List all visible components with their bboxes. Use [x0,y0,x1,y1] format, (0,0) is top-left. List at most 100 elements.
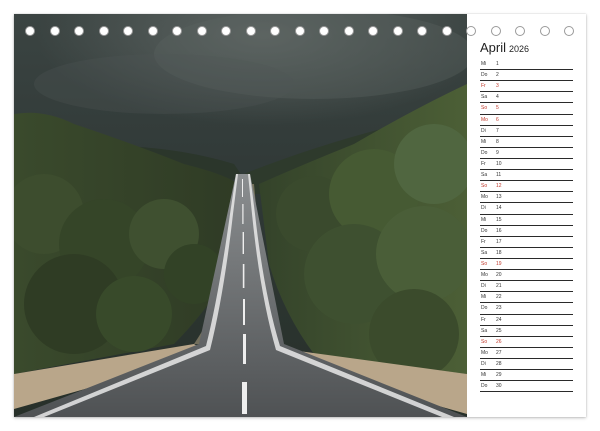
day-row: Fr 3 [480,81,573,93]
weekday-label: Do [481,305,488,312]
binding-hole [49,26,60,36]
day-row: Do 9 [480,148,573,159]
day-row: Mo 6 [480,115,573,126]
day-number: 3 [496,83,499,90]
month-title: April 2026 [480,40,529,55]
day-number: 1 [496,61,499,67]
day-number: 26 [496,338,502,345]
weekday-label: Mi [481,294,487,301]
weekday-label: Fr [481,83,486,90]
weekday-label: So [481,260,488,267]
day-row: So 26 [480,337,573,348]
weekday-label: Do [481,72,488,79]
day-number: 5 [496,105,499,112]
day-number: 17 [496,238,502,245]
day-number: 25 [496,327,502,334]
binding-hole [221,26,231,36]
day-number: 30 [496,383,502,390]
weekday-label: Fr [481,160,486,167]
day-row: Mi 1 [480,59,573,71]
weekday-label: Do [481,227,488,234]
weekday-label: Fr [481,238,486,245]
day-number: 20 [496,272,502,279]
weekday-label: Di [481,283,486,290]
month-year: 2026 [509,44,530,54]
weekday-label: Mo [481,116,488,123]
binding-hole [368,26,378,36]
binding-holes [0,8,600,36]
weekday-label: So [481,338,488,345]
day-number: 24 [496,316,502,323]
weekday-label: So [481,105,488,112]
day-number: 12 [496,183,502,190]
weekday-label: Di [481,205,486,212]
day-number: 4 [496,94,499,101]
weekday-label: Fr [481,316,486,323]
weekday-label: Do [481,149,488,156]
day-row: Mi 29 [480,370,573,382]
day-row: Mi 15 [480,215,573,226]
day-number: 8 [496,138,499,145]
day-row: Di 7 [480,126,573,137]
month-name: April [480,40,507,55]
weekday-label: Sa [481,94,488,101]
weekday-label: Mi [481,216,487,223]
day-list: Mi 1 Do 2 Fr 3 Sa 4 So 5 Mo 6 Di 7 Mi 8 Do 9 Fr 10 Sa 11 So 12 M… [480,59,573,393]
weekday-label: So [481,183,488,190]
binding-hole [74,26,84,36]
day-row: So 5 [480,103,573,115]
day-row: Fr 24 [480,315,573,326]
day-row: Mo 20 [480,270,573,282]
day-row: Do 2 [480,70,573,82]
day-row: Sa 11 [480,170,573,182]
day-number: 11 [496,172,502,179]
binding-hole [294,26,305,36]
binding-hole [98,26,109,36]
day-row: Do 30 [480,381,573,393]
day-row: Sa 18 [480,248,573,259]
binding-hole [25,26,35,36]
day-number: 6 [496,116,499,123]
binding-hole [319,26,329,36]
binding-hole [123,26,133,36]
binding-hole [441,26,452,36]
calendar-page: April 2026 Mi 1 Do 2 Fr 3 Sa 4 So 5 Mo 6 Di 7 Mi 8 Do 9 Fr 1… [14,14,586,417]
binding-hole [343,26,354,36]
day-number: 14 [496,205,502,212]
weekday-label: Sa [481,172,488,179]
binding-hole [417,26,427,36]
day-number: 18 [496,249,502,256]
binding-hole [172,26,182,36]
day-row: Sa 25 [480,326,573,337]
binding-hole [392,26,403,36]
day-row: Do 16 [480,226,573,237]
day-row: Fr 10 [480,159,573,171]
day-number: 10 [496,160,502,167]
weekday-label: Mo [481,349,488,356]
binding-hole [564,26,574,36]
road-photo [14,14,467,417]
calendar-sidebar: April 2026 Mi 1 Do 2 Fr 3 Sa 4 So 5 Mo 6 Di 7 Mi 8 Do 9 Fr 1… [467,14,586,417]
binding-hole [147,26,158,36]
day-row: Do 23 [480,303,573,315]
day-row: Di 21 [480,281,573,293]
day-number: 9 [496,149,499,156]
day-row: Sa 4 [480,92,573,104]
binding-hole [515,26,525,36]
road-landscape-image [14,14,467,417]
weekday-label: Di [481,127,486,134]
day-number: 7 [496,127,499,134]
weekday-label: Mi [481,61,487,67]
day-number: 23 [496,305,502,312]
day-row: Di 14 [480,203,573,215]
binding-hole [466,26,476,36]
day-number: 16 [496,227,502,234]
day-number: 28 [496,360,502,367]
day-row: Mi 8 [480,137,573,148]
day-number: 2 [496,72,499,79]
day-number: 19 [496,260,502,267]
weekday-label: Mo [481,272,488,279]
day-number: 13 [496,194,502,201]
weekday-label: Sa [481,327,488,334]
binding-hole [270,26,280,36]
